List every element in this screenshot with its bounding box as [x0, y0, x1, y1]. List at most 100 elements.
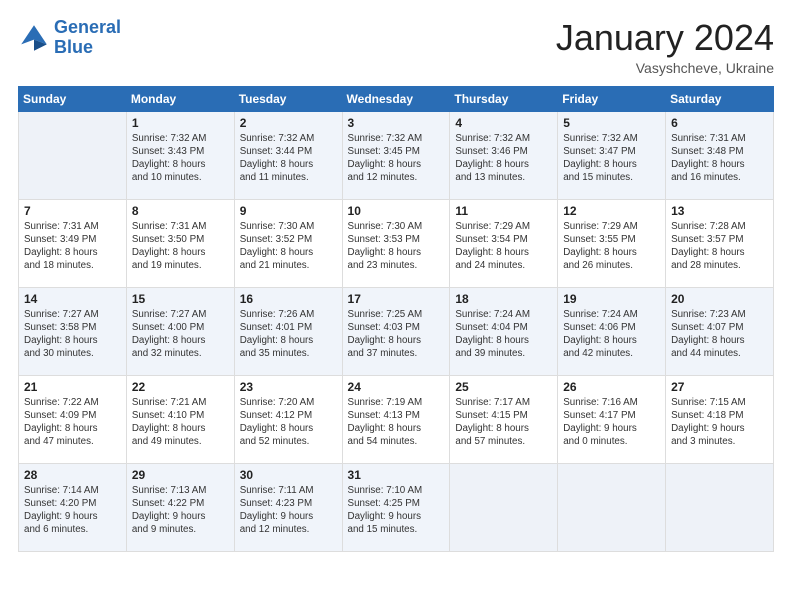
calendar-day-cell: 20 Sunrise: 7:23 AMSunset: 4:07 PMDayligh… [666, 287, 774, 375]
day-info: Sunrise: 7:10 AMSunset: 4:25 PMDaylight:… [348, 484, 445, 537]
calendar-day-header: Monday [126, 86, 234, 111]
day-info: Sunrise: 7:28 AMSunset: 3:57 PMDaylight:… [671, 220, 768, 273]
day-number: 12 [563, 204, 660, 218]
day-number: 9 [240, 204, 337, 218]
day-number: 30 [240, 468, 337, 482]
day-number: 18 [455, 292, 552, 306]
day-info: Sunrise: 7:21 AMSunset: 4:10 PMDaylight:… [132, 396, 229, 449]
calendar-week-row: 21 Sunrise: 7:22 AMSunset: 4:09 PMDayligh… [19, 375, 774, 463]
day-number: 28 [24, 468, 121, 482]
logo-text: General Blue [54, 18, 121, 58]
calendar-day-header: Thursday [450, 86, 558, 111]
calendar-day-cell: 27 Sunrise: 7:15 AMSunset: 4:18 PMDayligh… [666, 375, 774, 463]
calendar-header-row: SundayMondayTuesdayWednesdayThursdayFrid… [19, 86, 774, 111]
logo-blue: Blue [54, 38, 121, 58]
day-number: 20 [671, 292, 768, 306]
calendar-day-cell: 11Sunrise: 7:29 AMSunset: 3:54 PMDayligh… [450, 199, 558, 287]
day-number: 19 [563, 292, 660, 306]
day-info: Sunrise: 7:24 AMSunset: 4:04 PMDaylight:… [455, 308, 552, 361]
calendar-day-cell: 3 Sunrise: 7:32 AMSunset: 3:45 PMDaylight… [342, 111, 450, 199]
calendar-day-cell: 15 Sunrise: 7:27 AMSunset: 4:00 PMDayligh… [126, 287, 234, 375]
day-number: 16 [240, 292, 337, 306]
calendar-day-cell: 1 Sunrise: 7:32 AMSunset: 3:43 PMDaylight… [126, 111, 234, 199]
day-info: Sunrise: 7:24 AMSunset: 4:06 PMDaylight:… [563, 308, 660, 361]
calendar-day-cell [450, 463, 558, 551]
day-number: 24 [348, 380, 445, 394]
calendar-day-cell: 31 Sunrise: 7:10 AMSunset: 4:25 PMDayligh… [342, 463, 450, 551]
calendar-day-cell: 12Sunrise: 7:29 AMSunset: 3:55 PMDayligh… [558, 199, 666, 287]
day-info: Sunrise: 7:30 AMSunset: 3:52 PMDaylight:… [240, 220, 337, 273]
day-info: Sunrise: 7:31 AMSunset: 3:49 PMDaylight:… [24, 220, 121, 273]
day-info: Sunrise: 7:19 AMSunset: 4:13 PMDaylight:… [348, 396, 445, 449]
calendar-day-header: Tuesday [234, 86, 342, 111]
day-info: Sunrise: 7:17 AMSunset: 4:15 PMDaylight:… [455, 396, 552, 449]
calendar-day-cell: 28 Sunrise: 7:14 AMSunset: 4:20 PMDayligh… [19, 463, 127, 551]
day-number: 29 [132, 468, 229, 482]
day-number: 7 [24, 204, 121, 218]
calendar-day-cell: 6Sunrise: 7:31 AMSunset: 3:48 PMDaylight… [666, 111, 774, 199]
day-number: 10 [348, 204, 445, 218]
day-number: 21 [24, 380, 121, 394]
day-number: 4 [455, 116, 552, 130]
calendar-day-header: Friday [558, 86, 666, 111]
calendar-day-cell: 26Sunrise: 7:16 AMSunset: 4:17 PMDayligh… [558, 375, 666, 463]
header: General Blue January 2024 Vasyshcheve, U… [18, 18, 774, 76]
calendar-day-cell: 10Sunrise: 7:30 AMSunset: 3:53 PMDayligh… [342, 199, 450, 287]
day-number: 5 [563, 116, 660, 130]
day-number: 23 [240, 380, 337, 394]
calendar: SundayMondayTuesdayWednesdayThursdayFrid… [18, 86, 774, 552]
calendar-day-cell: 18 Sunrise: 7:24 AMSunset: 4:04 PMDayligh… [450, 287, 558, 375]
calendar-day-cell: 9 Sunrise: 7:30 AMSunset: 3:52 PMDaylight… [234, 199, 342, 287]
day-info: Sunrise: 7:32 AMSunset: 3:45 PMDaylight:… [348, 132, 445, 185]
day-number: 15 [132, 292, 229, 306]
day-info: Sunrise: 7:25 AMSunset: 4:03 PMDaylight:… [348, 308, 445, 361]
day-info: Sunrise: 7:13 AMSunset: 4:22 PMDaylight:… [132, 484, 229, 537]
logo: General Blue [18, 18, 121, 58]
title-block: January 2024 Vasyshcheve, Ukraine [556, 18, 774, 76]
day-info: Sunrise: 7:23 AMSunset: 4:07 PMDaylight:… [671, 308, 768, 361]
calendar-day-cell: 5Sunrise: 7:32 AMSunset: 3:47 PMDaylight… [558, 111, 666, 199]
day-number: 17 [348, 292, 445, 306]
day-info: Sunrise: 7:32 AMSunset: 3:44 PMDaylight:… [240, 132, 337, 185]
day-info: Sunrise: 7:14 AMSunset: 4:20 PMDaylight:… [24, 484, 121, 537]
day-info: Sunrise: 7:27 AMSunset: 4:00 PMDaylight:… [132, 308, 229, 361]
calendar-day-cell: 13 Sunrise: 7:28 AMSunset: 3:57 PMDayligh… [666, 199, 774, 287]
calendar-day-cell: 29 Sunrise: 7:13 AMSunset: 4:22 PMDayligh… [126, 463, 234, 551]
day-info: Sunrise: 7:31 AMSunset: 3:48 PMDaylight:… [671, 132, 768, 185]
day-info: Sunrise: 7:32 AMSunset: 3:46 PMDaylight:… [455, 132, 552, 185]
day-info: Sunrise: 7:11 AMSunset: 4:23 PMDaylight:… [240, 484, 337, 537]
calendar-day-cell: 30 Sunrise: 7:11 AMSunset: 4:23 PMDayligh… [234, 463, 342, 551]
day-number: 1 [132, 116, 229, 130]
day-info: Sunrise: 7:22 AMSunset: 4:09 PMDaylight:… [24, 396, 121, 449]
calendar-day-cell: 4 Sunrise: 7:32 AMSunset: 3:46 PMDaylight… [450, 111, 558, 199]
calendar-day-cell: 24 Sunrise: 7:19 AMSunset: 4:13 PMDayligh… [342, 375, 450, 463]
calendar-week-row: 7 Sunrise: 7:31 AMSunset: 3:49 PMDaylight… [19, 199, 774, 287]
calendar-day-cell: 21 Sunrise: 7:22 AMSunset: 4:09 PMDayligh… [19, 375, 127, 463]
day-number: 14 [24, 292, 121, 306]
day-number: 27 [671, 380, 768, 394]
calendar-day-cell: 2 Sunrise: 7:32 AMSunset: 3:44 PMDaylight… [234, 111, 342, 199]
day-number: 31 [348, 468, 445, 482]
calendar-day-cell: 17 Sunrise: 7:25 AMSunset: 4:03 PMDayligh… [342, 287, 450, 375]
day-info: Sunrise: 7:29 AMSunset: 3:54 PMDaylight:… [455, 220, 552, 273]
day-number: 2 [240, 116, 337, 130]
day-info: Sunrise: 7:32 AMSunset: 3:43 PMDaylight:… [132, 132, 229, 185]
calendar-day-header: Saturday [666, 86, 774, 111]
calendar-day-header: Sunday [19, 86, 127, 111]
calendar-day-header: Wednesday [342, 86, 450, 111]
day-number: 13 [671, 204, 768, 218]
calendar-week-row: 28 Sunrise: 7:14 AMSunset: 4:20 PMDayligh… [19, 463, 774, 551]
day-info: Sunrise: 7:20 AMSunset: 4:12 PMDaylight:… [240, 396, 337, 449]
day-info: Sunrise: 7:15 AMSunset: 4:18 PMDaylight:… [671, 396, 768, 449]
calendar-week-row: 1 Sunrise: 7:32 AMSunset: 3:43 PMDaylight… [19, 111, 774, 199]
day-number: 26 [563, 380, 660, 394]
day-number: 25 [455, 380, 552, 394]
calendar-day-cell: 22Sunrise: 7:21 AMSunset: 4:10 PMDayligh… [126, 375, 234, 463]
logo-general: General [54, 17, 121, 37]
logo-icon [18, 22, 50, 54]
day-number: 3 [348, 116, 445, 130]
location: Vasyshcheve, Ukraine [556, 60, 774, 76]
calendar-day-cell [666, 463, 774, 551]
calendar-day-cell: 23 Sunrise: 7:20 AMSunset: 4:12 PMDayligh… [234, 375, 342, 463]
day-info: Sunrise: 7:26 AMSunset: 4:01 PMDaylight:… [240, 308, 337, 361]
